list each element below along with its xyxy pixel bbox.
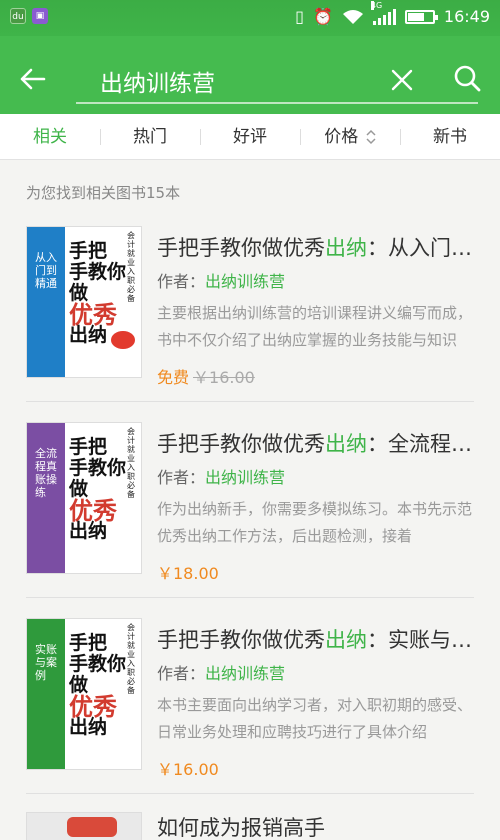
cover-band	[27, 227, 65, 377]
book-cover[interactable]: 从入门到精通 手把 手教你做 优秀 出纳 会计就业入职必备	[26, 226, 142, 378]
author-prefix: 作者：	[157, 272, 206, 291]
cover-title-line: 手教你做	[69, 261, 127, 304]
cover-title-line: 手把	[69, 632, 108, 654]
app-header: du ▣ ▯ ⏰ 4G 16:49	[0, 0, 500, 114]
cover-title-line: 手把	[69, 240, 108, 262]
cover-title-highlight: 优秀	[69, 496, 117, 525]
title-keyword: 出纳	[325, 236, 367, 260]
book-item[interactable]: 实账与案例 手把 手教你做 优秀 出纳 会计就业入职必备 手把手教你做优秀出纳：…	[0, 598, 500, 794]
cover-band	[27, 619, 65, 769]
search-icon	[454, 65, 481, 92]
title-text: ：全流程真账操练	[367, 432, 477, 456]
cover-title-highlight: 优秀	[69, 692, 117, 721]
book-title[interactable]: 如何成为报销高手	[157, 812, 325, 840]
price-row: ￥16.00	[157, 756, 219, 780]
author-row: 作者：出纳训练营	[157, 464, 285, 488]
sort-tabs: 相关 热门 好评 价格 新书	[0, 114, 500, 160]
author-link[interactable]: 出纳训练营	[205, 468, 285, 487]
search-input[interactable]	[100, 64, 380, 98]
book-title[interactable]: 手把手教你做优秀出纳：实账与案例	[157, 624, 477, 654]
cover-title-line: 出纳	[69, 520, 108, 542]
arrow-left-icon	[20, 68, 46, 90]
clear-search-button[interactable]	[388, 66, 416, 94]
tab-label: 相关	[33, 127, 67, 147]
cover-band-text: 从入门到精通	[35, 251, 57, 290]
title-text: 手把手教你做优秀	[157, 432, 325, 456]
author-row: 作者：出纳训练营	[157, 268, 285, 292]
book-description: 本书主要面向出纳学习者，对入职初期的感受、日常业务处理和应聘技巧进行了具体介绍	[157, 696, 473, 741]
author-prefix: 作者：	[157, 468, 206, 487]
search-button[interactable]	[450, 62, 484, 96]
author-link[interactable]: 出纳训练营	[205, 664, 285, 683]
tab-newest[interactable]: 新书	[400, 114, 500, 159]
book-description: 作为出纳新手，你需要多模拟练习。本书先示范优秀出纳工作方法，后出题检测，接着	[157, 500, 473, 545]
cover-side-text: 会计就业入职必备	[127, 623, 135, 695]
status-bar: du ▣ ▯ ⏰ 4G 16:49	[0, 0, 500, 36]
book-item[interactable]: 全流程真账操练 手把 手教你做 优秀 出纳 会计就业入职必备 手把手教你做优秀出…	[0, 402, 500, 598]
cover-title-line: 手教你做	[69, 457, 127, 500]
tab-label: 好评	[233, 127, 267, 147]
author-row: 作者：出纳训练营	[157, 660, 285, 684]
title-text: ：从入门到精通	[367, 236, 477, 260]
book-description: 主要根据出纳训练营的培训课程讲义编写而成，书中不仅介绍了出纳应掌握的业务技能与知…	[157, 304, 473, 349]
clock: 16:49	[443, 7, 490, 26]
title-text: 手把手教你做优秀	[157, 236, 325, 260]
cover-title: 手把 手教你做 优秀 出纳	[69, 437, 129, 542]
price: ￥16.00	[157, 760, 219, 779]
sort-toggle-icon	[366, 129, 376, 145]
network-type-label: 4G	[370, 1, 383, 10]
cover-band-text: 全流程真账操练	[35, 447, 57, 499]
cover-title: 手把 手教你做 优秀 出纳	[69, 633, 129, 738]
author-link[interactable]: 出纳训练营	[205, 272, 285, 291]
cover-title-line: 出纳	[69, 716, 108, 738]
book-title[interactable]: 手把手教你做优秀出纳：从入门到精通	[157, 232, 477, 262]
cover-band-text: 实账与案例	[35, 643, 57, 682]
free-badge: 免费	[157, 368, 190, 387]
cover-title-line: 手教你做	[69, 653, 127, 696]
price-row: ￥18.00	[157, 560, 219, 584]
price-row: 免费 ￥16.00	[157, 364, 255, 388]
close-icon	[391, 69, 413, 91]
title-text: 手把手教你做优秀	[157, 628, 325, 652]
cover-title-line: 手把	[69, 436, 108, 458]
cover-badge	[111, 331, 135, 349]
gallery-icon: ▣	[32, 8, 48, 24]
cover-graphic	[67, 817, 117, 837]
book-cover[interactable]	[26, 812, 142, 840]
book-cover[interactable]: 全流程真账操练 手把 手教你做 优秀 出纳 会计就业入职必备	[26, 422, 142, 574]
title-keyword: 出纳	[325, 628, 367, 652]
tab-rating[interactable]: 好评	[200, 114, 300, 159]
cover-side-text: 会计就业入职必备	[127, 427, 135, 499]
search-box	[76, 58, 478, 104]
alarm-icon: ⏰	[312, 7, 333, 26]
title-text: ：实账与案例	[367, 628, 477, 652]
title-keyword: 出纳	[325, 432, 367, 456]
book-title[interactable]: 手把手教你做优秀出纳：全流程真账操练	[157, 428, 477, 458]
original-price: ￥16.00	[193, 368, 255, 387]
author-prefix: 作者：	[157, 664, 206, 683]
back-button[interactable]	[16, 62, 50, 96]
cell-signal-icon: 4G	[370, 1, 396, 25]
divider	[26, 793, 474, 794]
price: ￥18.00	[157, 564, 219, 583]
book-item[interactable]: 从入门到精通 手把 手教你做 优秀 出纳 会计就业入职必备 手把手教你做优秀出纳…	[0, 206, 500, 402]
book-cover[interactable]: 实账与案例 手把 手教你做 优秀 出纳 会计就业入职必备	[26, 618, 142, 770]
tab-label: 价格	[324, 127, 359, 147]
tab-label: 新书	[433, 127, 467, 147]
battery-icon	[404, 10, 438, 24]
vibrate-icon: ▯	[295, 7, 304, 26]
result-count: 为您找到相关图书15本	[26, 184, 181, 202]
cover-side-text: 会计就业入职必备	[127, 231, 135, 303]
tab-price[interactable]: 价格	[300, 114, 400, 159]
du-app-icon: du	[10, 8, 26, 24]
cover-title-highlight: 优秀	[69, 300, 117, 329]
tab-relevance[interactable]: 相关	[0, 114, 100, 159]
tab-label: 热门	[133, 127, 167, 147]
tab-popular[interactable]: 热门	[100, 114, 200, 159]
wifi-icon	[342, 10, 363, 24]
